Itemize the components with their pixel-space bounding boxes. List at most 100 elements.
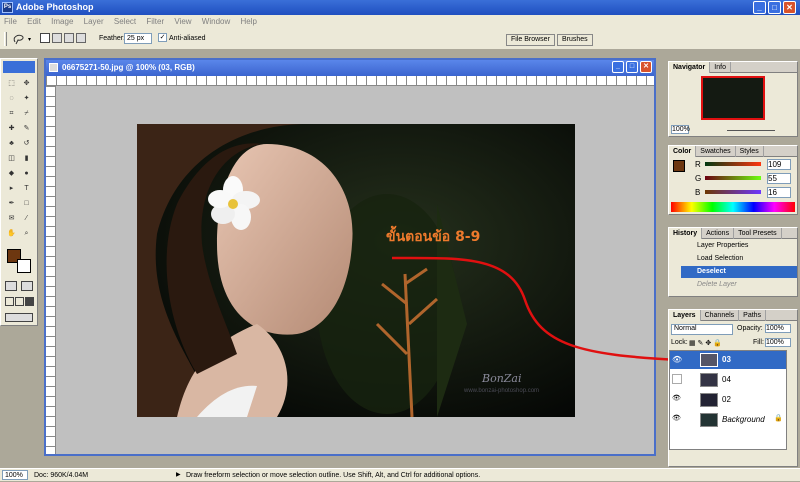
layer-name[interactable]: Background — [722, 415, 765, 424]
doc-maximize-button[interactable]: □ — [626, 61, 638, 73]
new-selection-icon[interactable] — [40, 33, 50, 43]
intersect-selection-icon[interactable] — [76, 33, 86, 43]
tab-history[interactable]: History — [669, 228, 703, 239]
zoom-slider[interactable] — [727, 130, 775, 131]
feather-input[interactable]: 25 px — [124, 33, 152, 44]
history-brush-icon[interactable]: ↺ — [22, 139, 31, 148]
layer-row-03[interactable]: 👁 03 — [670, 351, 786, 369]
antialiased-label: Anti-aliased — [169, 35, 206, 42]
lock-icons[interactable]: ▦ ✎ ✥ 🔒 — [689, 339, 722, 347]
grip-handle[interactable] — [4, 32, 7, 46]
eye-icon[interactable]: 👁 — [672, 355, 682, 365]
type-icon[interactable]: T — [22, 184, 31, 193]
minimize-button[interactable]: _ — [753, 1, 766, 14]
pen-icon[interactable]: ✒ — [7, 199, 16, 208]
maximize-button[interactable]: □ — [768, 1, 781, 14]
layer-row-background[interactable]: 👁 Background 🔒 — [670, 411, 786, 429]
tab-actions[interactable]: Actions — [702, 228, 735, 239]
quick-mask-mode-icon[interactable] — [21, 281, 33, 291]
navigator-thumbnail[interactable] — [701, 76, 765, 120]
blue-slider[interactable] — [705, 190, 761, 194]
subtract-selection-icon[interactable] — [64, 33, 74, 43]
tab-channels[interactable]: Channels — [701, 310, 740, 321]
screen-mode-standard-icon[interactable] — [5, 297, 14, 306]
gradient-icon[interactable]: ▮ — [22, 154, 31, 163]
menu-file[interactable]: File — [4, 17, 17, 26]
color-foreground-swatch[interactable] — [673, 160, 685, 172]
doc-close-button[interactable]: ✕ — [640, 61, 652, 73]
magic-wand-icon[interactable]: ✦ — [22, 94, 31, 103]
marquee-icon[interactable]: ⬚ — [7, 79, 16, 88]
menu-view[interactable]: View — [174, 17, 191, 26]
tab-styles[interactable]: Styles — [736, 146, 764, 157]
green-value[interactable]: 55 — [767, 173, 791, 184]
navigator-zoom[interactable]: 100% — [671, 125, 690, 134]
move-icon[interactable]: ✥ — [22, 79, 31, 88]
layer-row-04[interactable]: 04 — [670, 371, 786, 389]
slice-icon[interactable]: ⌿ — [22, 109, 31, 118]
tab-navigator[interactable]: Navigator — [669, 62, 711, 73]
menu-select[interactable]: Select — [114, 17, 136, 26]
menu-edit[interactable]: Edit — [27, 17, 41, 26]
history-item[interactable]: Layer Properties — [681, 240, 797, 252]
jump-to-imageready-icon[interactable] — [5, 313, 33, 322]
status-zoom[interactable]: 100% — [2, 470, 28, 480]
lasso-icon[interactable]: ◌ — [7, 94, 16, 103]
shape-icon[interactable]: □ — [22, 199, 31, 208]
layer-name[interactable]: 03 — [722, 355, 731, 364]
layer-name[interactable]: 02 — [722, 395, 731, 404]
blur-icon[interactable]: ◆ — [7, 169, 16, 178]
tool-preset-chevron-icon[interactable]: ▾ — [28, 36, 31, 43]
add-selection-icon[interactable] — [52, 33, 62, 43]
menu-filter[interactable]: Filter — [146, 17, 164, 26]
hand-icon[interactable]: ✋ — [7, 229, 16, 238]
fill-input[interactable]: 100% — [765, 338, 791, 347]
file-browser-tab[interactable]: File Browser — [506, 34, 555, 46]
brush-icon[interactable]: ✎ — [22, 124, 31, 133]
status-arrow-icon[interactable]: ▶ — [176, 469, 181, 482]
eye-icon[interactable]: 👁 — [672, 394, 682, 404]
crop-icon[interactable]: ⌗ — [7, 109, 16, 118]
tab-paths[interactable]: Paths — [739, 310, 767, 321]
notes-icon[interactable]: ✉ — [7, 214, 16, 223]
dodge-icon[interactable]: ● — [22, 169, 31, 178]
antialiased-checkbox[interactable]: ✓ — [158, 33, 167, 42]
tab-swatches[interactable]: Swatches — [696, 146, 736, 157]
brushes-tab[interactable]: Brushes — [557, 34, 593, 46]
screen-mode-full-icon[interactable] — [25, 297, 34, 306]
menu-image[interactable]: Image — [51, 17, 73, 26]
tab-info[interactable]: Info — [710, 62, 731, 73]
history-item[interactable]: Load Selection — [681, 253, 797, 265]
history-item-active[interactable]: Deselect — [681, 266, 797, 278]
background-color-swatch[interactable] — [17, 259, 31, 273]
green-slider[interactable] — [705, 176, 761, 180]
visibility-toggle[interactable] — [672, 374, 682, 384]
tab-tool-presets[interactable]: Tool Presets — [734, 228, 782, 239]
tab-layers[interactable]: Layers — [669, 310, 701, 321]
layer-name[interactable]: 04 — [722, 375, 731, 384]
healing-brush-icon[interactable]: ✚ — [7, 124, 16, 133]
close-button[interactable]: ✕ — [783, 1, 796, 14]
blend-mode-select[interactable]: Normal — [671, 324, 733, 335]
blue-value[interactable]: 16 — [767, 187, 791, 198]
doc-minimize-button[interactable]: _ — [612, 61, 624, 73]
clone-stamp-icon[interactable]: ♣ — [7, 139, 16, 148]
layer-row-02[interactable]: 👁 02 — [670, 391, 786, 409]
red-slider[interactable] — [705, 162, 761, 166]
menu-help[interactable]: Help — [240, 17, 256, 26]
color-ramp[interactable] — [671, 202, 795, 212]
menu-layer[interactable]: Layer — [84, 17, 104, 26]
red-value[interactable]: 109 — [767, 159, 791, 170]
eraser-icon[interactable]: ◫ — [7, 154, 16, 163]
eye-icon[interactable]: 👁 — [672, 414, 682, 424]
lasso-tool-icon[interactable] — [12, 33, 26, 45]
opacity-input[interactable]: 100% — [765, 324, 791, 333]
tab-color[interactable]: Color — [669, 146, 697, 157]
zoom-icon[interactable]: ⌕ — [22, 229, 31, 238]
menu-window[interactable]: Window — [202, 17, 230, 26]
screen-mode-full-menu-icon[interactable] — [15, 297, 24, 306]
standard-mode-icon[interactable] — [5, 281, 17, 291]
history-item[interactable]: Delete Layer — [681, 279, 797, 291]
eyedropper-icon[interactable]: ⁄ — [22, 214, 31, 223]
path-select-icon[interactable]: ▸ — [7, 184, 16, 193]
